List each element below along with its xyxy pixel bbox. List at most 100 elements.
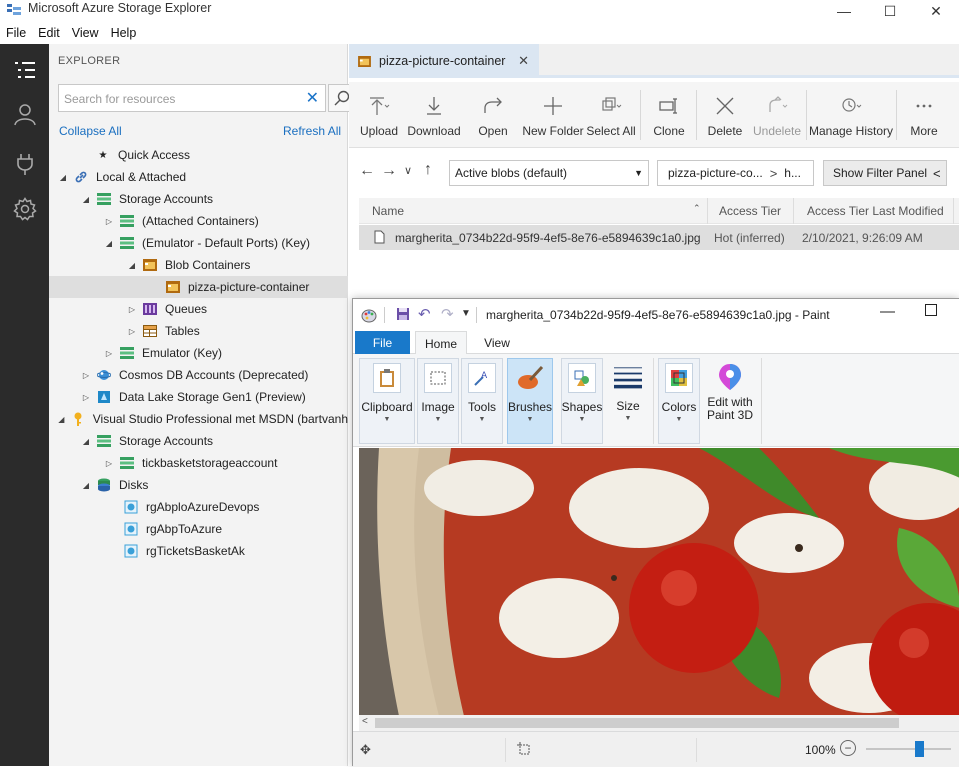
paint-tab-home[interactable]: Home <box>415 331 467 355</box>
collapse-caret-icon[interactable]: ◢ <box>103 237 115 249</box>
tree-item-cosmos-db[interactable]: ▷ Cosmos DB Accounts (Deprecated) <box>49 364 348 386</box>
paint-tab-file[interactable]: File <box>355 331 410 354</box>
settings-icon[interactable] <box>0 187 49 231</box>
more-button[interactable]: More <box>905 82 943 148</box>
scroll-left-icon[interactable]: < <box>362 716 368 727</box>
table-row[interactable]: margherita_0734b22d-95f9-4ef5-8e76-e5894… <box>359 225 959 250</box>
tab-pizza-picture-container[interactable]: pizza-picture-container ✕ <box>349 44 539 78</box>
collapse-caret-icon[interactable]: ◢ <box>57 413 66 425</box>
paint-minimize-button[interactable]: — <box>880 303 895 320</box>
expand-caret-icon[interactable]: ▷ <box>126 325 138 337</box>
undo-icon[interactable]: ↶ <box>418 305 431 323</box>
back-arrow-icon[interactable]: ← <box>359 162 375 180</box>
tree-item-queues[interactable]: ▷ Queues <box>49 298 348 320</box>
shapes-group[interactable]: Shapes ▼ <box>561 358 603 444</box>
tab-close-icon[interactable]: ✕ <box>518 53 529 69</box>
expand-caret-icon[interactable]: ▷ <box>80 391 92 403</box>
upload-button[interactable]: Upload <box>357 82 401 148</box>
path-segment-1[interactable]: pizza-picture-co... <box>668 166 763 180</box>
refresh-all-link[interactable]: Refresh All <box>283 124 341 138</box>
collapse-all-link[interactable]: Collapse All <box>59 124 122 138</box>
collapse-caret-icon[interactable]: ◢ <box>80 193 92 205</box>
edit-paint-3d-button[interactable]: Edit with Paint 3D <box>703 358 757 444</box>
expand-caret-icon[interactable]: ▷ <box>103 347 115 359</box>
forward-arrow-icon[interactable]: → <box>381 162 397 180</box>
tree-item-disks[interactable]: ◢ Disks <box>49 474 348 496</box>
column-header-access-tier[interactable]: Access Tier <box>719 204 781 218</box>
explorer-icon[interactable] <box>0 48 49 92</box>
tree-item-disk-3[interactable]: rgTicketsBasketAk <box>49 540 348 562</box>
expand-caret-icon[interactable]: ▷ <box>103 215 115 227</box>
clipboard-group[interactable]: Clipboard ▼ <box>359 358 415 444</box>
scrollbar-thumb[interactable] <box>375 718 899 728</box>
collapse-caret-icon[interactable]: ◢ <box>80 435 92 447</box>
column-header-name[interactable]: Name <box>372 204 404 218</box>
zoom-slider-track[interactable] <box>866 748 951 750</box>
maximize-button[interactable]: ☐ <box>867 0 913 22</box>
expand-caret-icon[interactable]: ▷ <box>103 457 115 469</box>
collapse-caret-icon[interactable]: ◢ <box>126 259 138 271</box>
title-bar: Microsoft Azure Storage Explorer — ☐ ✕ <box>0 0 959 22</box>
save-icon[interactable] <box>396 307 410 324</box>
new-folder-button[interactable]: New Folder <box>522 82 584 148</box>
open-button[interactable]: Open <box>475 82 511 148</box>
view-select[interactable]: Active blobs (default) ▼ <box>449 160 649 186</box>
expand-caret-icon[interactable]: ▷ <box>126 303 138 315</box>
tree-item-tables[interactable]: ▷ Tables <box>49 320 348 342</box>
search-input[interactable]: Search for resources ✕ <box>58 84 326 112</box>
show-filter-panel-button[interactable]: Show Filter Panel < <box>823 160 947 186</box>
column-header-last-modified[interactable]: Access Tier Last Modified <box>807 204 944 218</box>
history-dropdown-icon[interactable]: ∨ <box>404 164 412 177</box>
zoom-out-button[interactable]: − <box>840 740 856 756</box>
menu-edit[interactable]: Edit <box>32 26 66 40</box>
image-group[interactable]: Image ▼ <box>417 358 459 444</box>
delete-button[interactable]: Delete <box>705 82 745 148</box>
sort-ascending-icon[interactable]: ⌃ <box>693 203 701 214</box>
clear-icon[interactable]: ✕ <box>306 88 319 108</box>
horizontal-scrollbar[interactable]: < <box>359 715 959 731</box>
plug-icon[interactable] <box>0 142 49 186</box>
tree-item-emulator-key[interactable]: ▷ Emulator (Key) <box>49 342 348 364</box>
tree-item-attached-containers[interactable]: ▷ (Attached Containers) <box>49 210 348 232</box>
clone-button[interactable]: Clone <box>649 82 689 148</box>
tree-item-subscription[interactable]: ◢ Visual Studio Professional met MSDN (b… <box>49 408 348 430</box>
tree-item-disk-1[interactable]: rgAbploAzureDevops <box>49 496 348 518</box>
paint-maximize-button[interactable] <box>925 304 937 316</box>
menu-help[interactable]: Help <box>105 26 143 40</box>
close-button[interactable]: ✕ <box>913 0 959 22</box>
redo-icon[interactable]: ↷ <box>441 305 454 323</box>
path-breadcrumb[interactable]: pizza-picture-co... > h... <box>657 160 814 186</box>
menu-file[interactable]: File <box>0 26 32 40</box>
image-canvas[interactable] <box>359 448 959 716</box>
expand-caret-icon[interactable]: ▷ <box>80 369 92 381</box>
tree-item-blob-containers[interactable]: ◢ Blob Containers <box>49 254 348 276</box>
account-icon[interactable] <box>0 92 49 136</box>
undelete-button[interactable]: Undelete <box>753 82 801 148</box>
colors-group[interactable]: Colors ▼ <box>658 358 700 444</box>
tree-item-quick-access[interactable]: ★ Quick Access <box>49 144 348 166</box>
size-group[interactable]: Size ▼ <box>607 358 649 444</box>
zoom-slider-thumb[interactable] <box>914 741 924 757</box>
paint-tab-view[interactable]: View <box>473 331 521 354</box>
collapse-caret-icon[interactable]: ◢ <box>57 171 69 183</box>
brushes-group[interactable]: Brushes ▼ <box>507 358 553 444</box>
manage-history-button[interactable]: Manage History <box>809 82 893 148</box>
menu-view[interactable]: View <box>66 26 105 40</box>
tree-item-storage-accounts[interactable]: ◢ Storage Accounts <box>49 188 348 210</box>
minimize-button[interactable]: — <box>821 0 867 22</box>
tree-item-disk-2[interactable]: rgAbpToAzure <box>49 518 348 540</box>
select-all-button[interactable]: Select All <box>586 82 636 148</box>
tree-item-storage-accounts-2[interactable]: ◢ Storage Accounts <box>49 430 348 452</box>
tree-item-emulator-default[interactable]: ◢ (Emulator - Default Ports) (Key) <box>49 232 348 254</box>
path-segment-2[interactable]: h... <box>784 166 801 180</box>
tree-item-pizza-picture-container[interactable]: pizza-picture-container <box>49 276 348 298</box>
customize-quick-access-icon[interactable]: ▼ <box>461 308 471 319</box>
tools-group[interactable]: A Tools ▼ <box>461 358 503 444</box>
tree-item-data-lake[interactable]: ▷ Data Lake Storage Gen1 (Preview) <box>49 386 348 408</box>
download-button[interactable]: Download <box>407 82 461 148</box>
tree-item-local-attached[interactable]: ◢ Local & Attached <box>49 166 348 188</box>
up-arrow-icon[interactable]: ↑ <box>424 161 432 179</box>
collapse-caret-icon[interactable]: ◢ <box>80 479 92 491</box>
tree-item-tickbasket[interactable]: ▷ tickbasketstorageaccount <box>49 452 348 474</box>
delete-icon <box>716 97 734 115</box>
